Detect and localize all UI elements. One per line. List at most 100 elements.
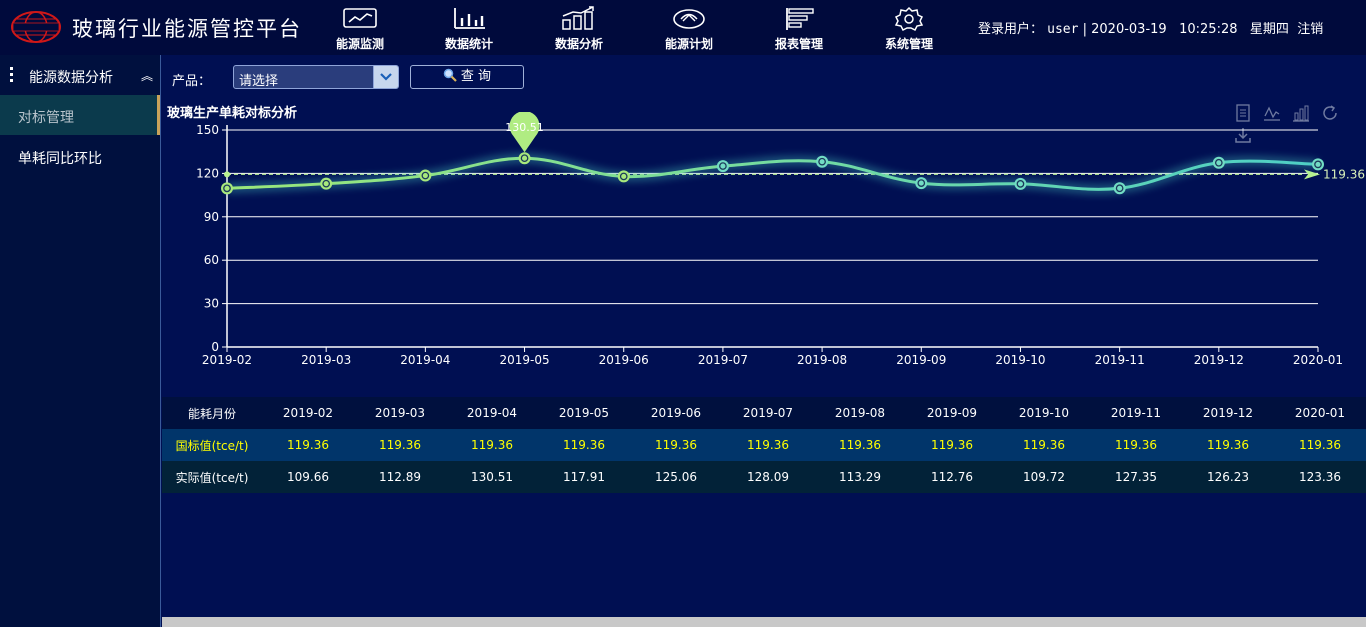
report-icon (786, 8, 814, 30)
y-tick-label: 90 (204, 210, 219, 224)
data-point[interactable] (419, 169, 432, 182)
x-tick-label: 2019-05 (499, 353, 549, 367)
gear-icon (894, 6, 924, 32)
data-point[interactable] (816, 155, 829, 168)
logo-icon (11, 11, 61, 43)
table-cell: 119.36 (1299, 438, 1341, 452)
table-cell: 128.09 (747, 470, 789, 484)
y-tick-label: 0 (211, 340, 219, 354)
table-cell: 119.36 (287, 438, 329, 452)
table-cell: 119.36 (839, 438, 881, 452)
table-cell: 2019-12 (1202, 406, 1254, 420)
y-tick-label: 60 (204, 253, 219, 267)
energy-plan-icon (673, 9, 705, 29)
data-point[interactable] (518, 152, 531, 165)
point-outer (221, 182, 233, 195)
x-tick-label: 2019-03 (301, 353, 351, 367)
search-icon (443, 68, 457, 82)
data-table: 能耗月份 2019-02 2019-03 2019-04 2019-05 2019-06… (162, 397, 1366, 493)
pin-label: 130.51 (505, 121, 543, 134)
x-tick-label: 2019-02 (202, 353, 252, 367)
sidebar-item-yoy-mom[interactable]: 单耗同比环比 (0, 136, 160, 176)
point-outer (1113, 182, 1126, 195)
nav-label: 能源监测 (335, 37, 384, 51)
nav-label: 数据统计 (444, 37, 493, 51)
point-outer (518, 152, 531, 165)
nav-label: 数据分析 (554, 37, 603, 51)
monitor-chart-icon (343, 8, 377, 28)
point-outer (617, 170, 630, 183)
horizontal-scrollbar[interactable] (162, 617, 1366, 627)
data-point[interactable] (716, 160, 729, 173)
x-tick-label: 2019-08 (797, 353, 847, 367)
benchmark-arrow (1304, 169, 1320, 180)
product-select-value: 请选择 (239, 74, 279, 89)
data-point[interactable] (1014, 177, 1027, 190)
table-cell: 130.51 (471, 470, 513, 484)
trend-analysis-icon (562, 6, 594, 30)
product-select[interactable]: 请选择 (233, 65, 399, 89)
nav-item-data-analysis[interactable]: 数据分析 (539, 6, 619, 52)
top-header: 玻璃行业能源管控平台 能源监测 数据统计 数据分析 能源计划 报表管理 系统管理… (0, 0, 1366, 55)
table-cell: 2019-11 (1110, 406, 1162, 420)
table-cell: 2020-01 (1294, 406, 1346, 420)
table-cell: 2019-05 (558, 406, 610, 420)
table-cell: 2019-10 (1018, 406, 1070, 420)
x-tick-label: 2019-10 (995, 353, 1045, 367)
data-point[interactable] (1113, 182, 1126, 195)
query-button-label: 查 询 (460, 69, 492, 84)
nav-label: 能源计划 (664, 37, 713, 51)
nav-item-report[interactable]: 报表管理 (759, 6, 839, 52)
table-row-label: 实际值(tce/t) (175, 470, 249, 485)
table-cell: 109.72 (1023, 470, 1065, 484)
bar-stats-icon (454, 8, 485, 29)
nav-item-energy-plan[interactable]: 能源计划 (649, 6, 729, 52)
data-point[interactable] (617, 170, 630, 183)
table-cell: 127.35 (1115, 470, 1157, 484)
table-cell: 119.36 (1115, 438, 1157, 452)
app-title: 玻璃行业能源管控平台 (72, 17, 302, 41)
data-point[interactable] (915, 177, 928, 190)
chevron-down-icon[interactable] (373, 66, 398, 88)
logout-link[interactable]: 注销 (1297, 22, 1323, 37)
table-cell: 2019-08 (834, 406, 886, 420)
table-cell: 119.36 (1023, 438, 1065, 452)
x-tick-label: 2019-11 (1095, 353, 1145, 367)
nav-item-data-stats[interactable]: 数据统计 (429, 6, 509, 52)
query-button[interactable]: 查 询 (410, 65, 524, 89)
current-weekday: 星期四 (1249, 22, 1289, 37)
data-point[interactable] (221, 182, 233, 195)
table-cell: 119.36 (379, 438, 421, 452)
nav-item-energy-monitor[interactable]: 能源监测 (320, 6, 400, 52)
username: user (1047, 22, 1079, 37)
max-value-pin[interactable]: 130.51 (505, 112, 544, 153)
chevron-up-icon[interactable]: ︽ (141, 67, 153, 84)
sidebar-section-title: 能源数据分析 (29, 70, 113, 86)
table-cell: 2019-03 (374, 406, 426, 420)
data-point[interactable] (320, 177, 333, 190)
table-cell: 2019-02 (282, 406, 334, 420)
table-row-national: 国标值(tce/t) 119.36 119.36 119.36 119.36 119.3… (162, 429, 1366, 461)
table-cell: 113.29 (839, 470, 881, 484)
table-cell: 2019-04 (466, 406, 518, 420)
x-tick-label: 2019-04 (400, 353, 450, 367)
sidebar: 能源数据分析 ︽ 对标管理 单耗同比环比 (0, 55, 161, 627)
sidebar-item-benchmark[interactable]: 对标管理 (0, 95, 160, 135)
y-tick-label: 120 (196, 166, 219, 180)
y-tick-label: 30 (204, 297, 219, 311)
sidebar-section-header[interactable]: 能源数据分析 ︽ (0, 55, 160, 95)
table-cell: 2019-07 (742, 406, 794, 420)
current-date: 2020-03-19 (1091, 22, 1167, 37)
table-cell: 119.36 (1207, 438, 1249, 452)
table-cell: 126.23 (1207, 470, 1249, 484)
table-cell: 119.36 (747, 438, 789, 452)
table-cell: 112.76 (931, 470, 973, 484)
nav-label: 报表管理 (774, 37, 823, 51)
user-info-bar: 登录用户： user | 2020-03-19 10:25:28 星期四 注销 (978, 18, 1323, 37)
point-outer (320, 177, 333, 190)
data-point[interactable] (1212, 156, 1225, 169)
nav-item-system[interactable]: 系统管理 (869, 6, 949, 52)
point-outer (816, 155, 829, 168)
sidebar-item-label: 单耗同比环比 (18, 151, 102, 167)
table-row-actual: 实际值(tce/t) 109.66 112.89 130.51 117.91 125.0… (162, 461, 1366, 493)
